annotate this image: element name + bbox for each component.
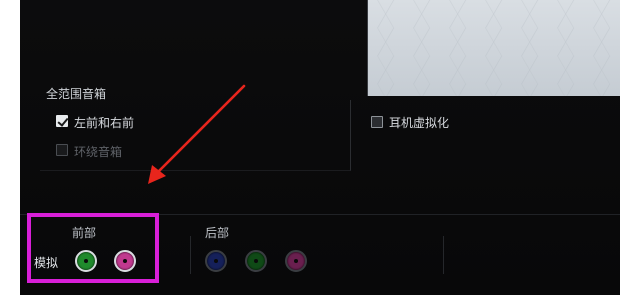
front-panel-highlight	[27, 213, 159, 283]
preview-floor-grid	[368, 0, 620, 96]
surround-label: 环绕音箱	[74, 145, 123, 159]
front-left-right-label: 左前和右前	[74, 116, 135, 130]
speaker-3d-preview	[367, 0, 620, 96]
rear-panel-label: 后部	[205, 226, 230, 240]
jack-group-separator	[443, 236, 444, 274]
front-left-right-checkbox[interactable]	[56, 115, 68, 127]
rear-green-jack[interactable]	[245, 250, 267, 272]
headphone-virtualization-label: 耳机虚拟化	[389, 116, 450, 130]
surround-checkbox[interactable]	[56, 144, 68, 156]
rear-pink-jack[interactable]	[285, 250, 307, 272]
rear-blue-jack[interactable]	[205, 250, 227, 272]
screenshot-stage: 全范围音箱 左前和右前 环绕音箱 耳机虚拟化 前部 模拟 后部	[0, 0, 620, 295]
speaker-options-group	[40, 100, 351, 171]
jack-group-separator	[190, 236, 191, 274]
headphone-virtualization-checkbox[interactable]	[371, 116, 383, 128]
